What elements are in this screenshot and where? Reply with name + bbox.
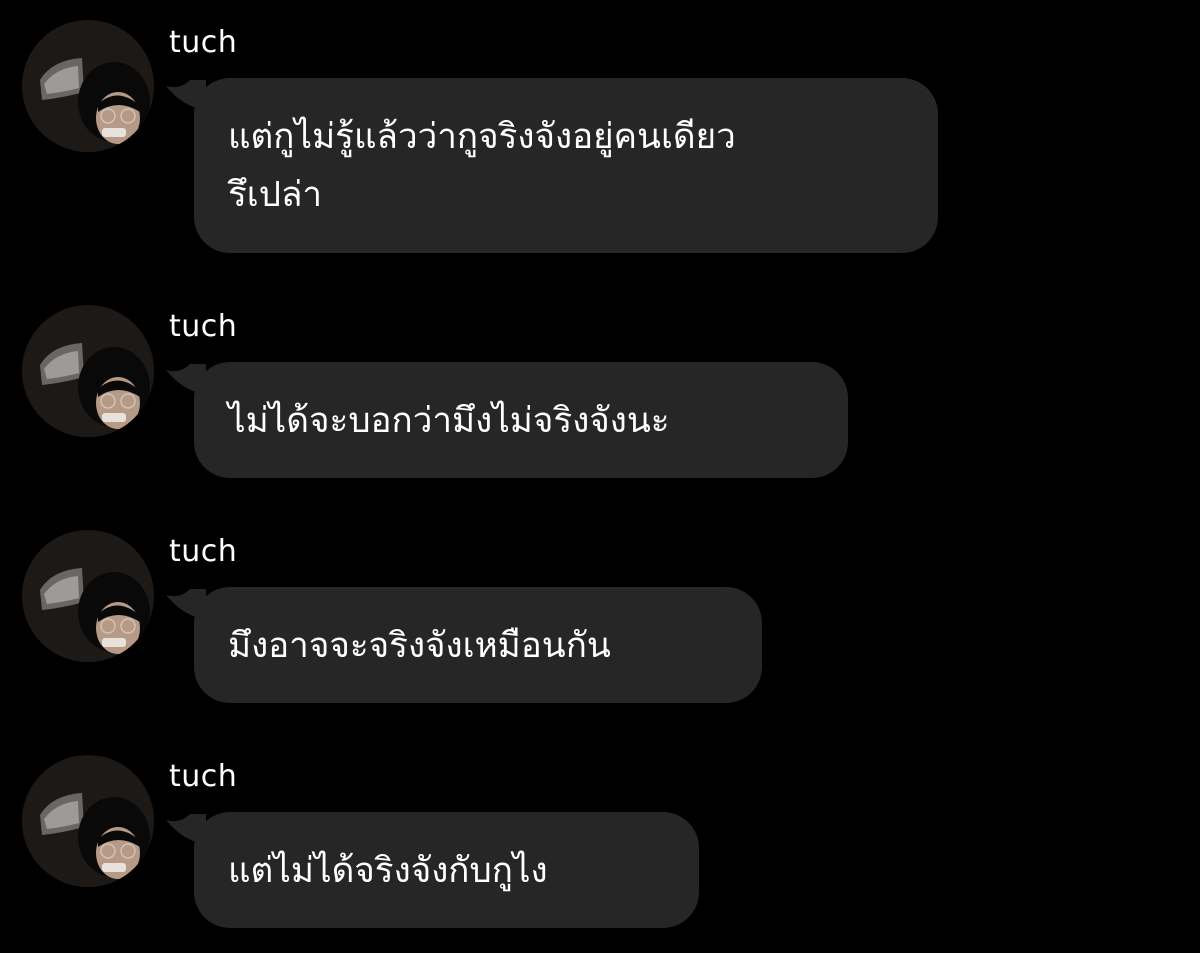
sender-name: tuch (169, 759, 238, 794)
chat-thread: tuch แต่กูไม่รู้แล้วว่ากูจริงจังอยู่คนเด… (0, 0, 1200, 953)
message-bubble[interactable]: มึงอาจจะจริงจังเหมือนกัน (194, 587, 762, 703)
avatar-photo-icon (22, 20, 154, 152)
avatar-photo-icon (22, 530, 154, 662)
sender-name: tuch (169, 534, 238, 569)
message-bubble[interactable]: แต่ไม่ได้จริงจังกับกูไง (194, 812, 699, 928)
avatar[interactable] (22, 530, 154, 662)
sender-name: tuch (169, 309, 238, 344)
message-bubble[interactable]: แต่กูไม่รู้แล้วว่ากูจริงจังอยู่คนเดียว ร… (194, 78, 938, 253)
message-bubble[interactable]: ไม่ได้จะบอกว่ามึงไม่จริงจังนะ (194, 362, 848, 478)
avatar-photo-icon (22, 755, 154, 887)
avatar-photo-icon (22, 305, 154, 437)
sender-name: tuch (169, 25, 238, 60)
avatar[interactable] (22, 20, 154, 152)
avatar[interactable] (22, 305, 154, 437)
avatar[interactable] (22, 755, 154, 887)
